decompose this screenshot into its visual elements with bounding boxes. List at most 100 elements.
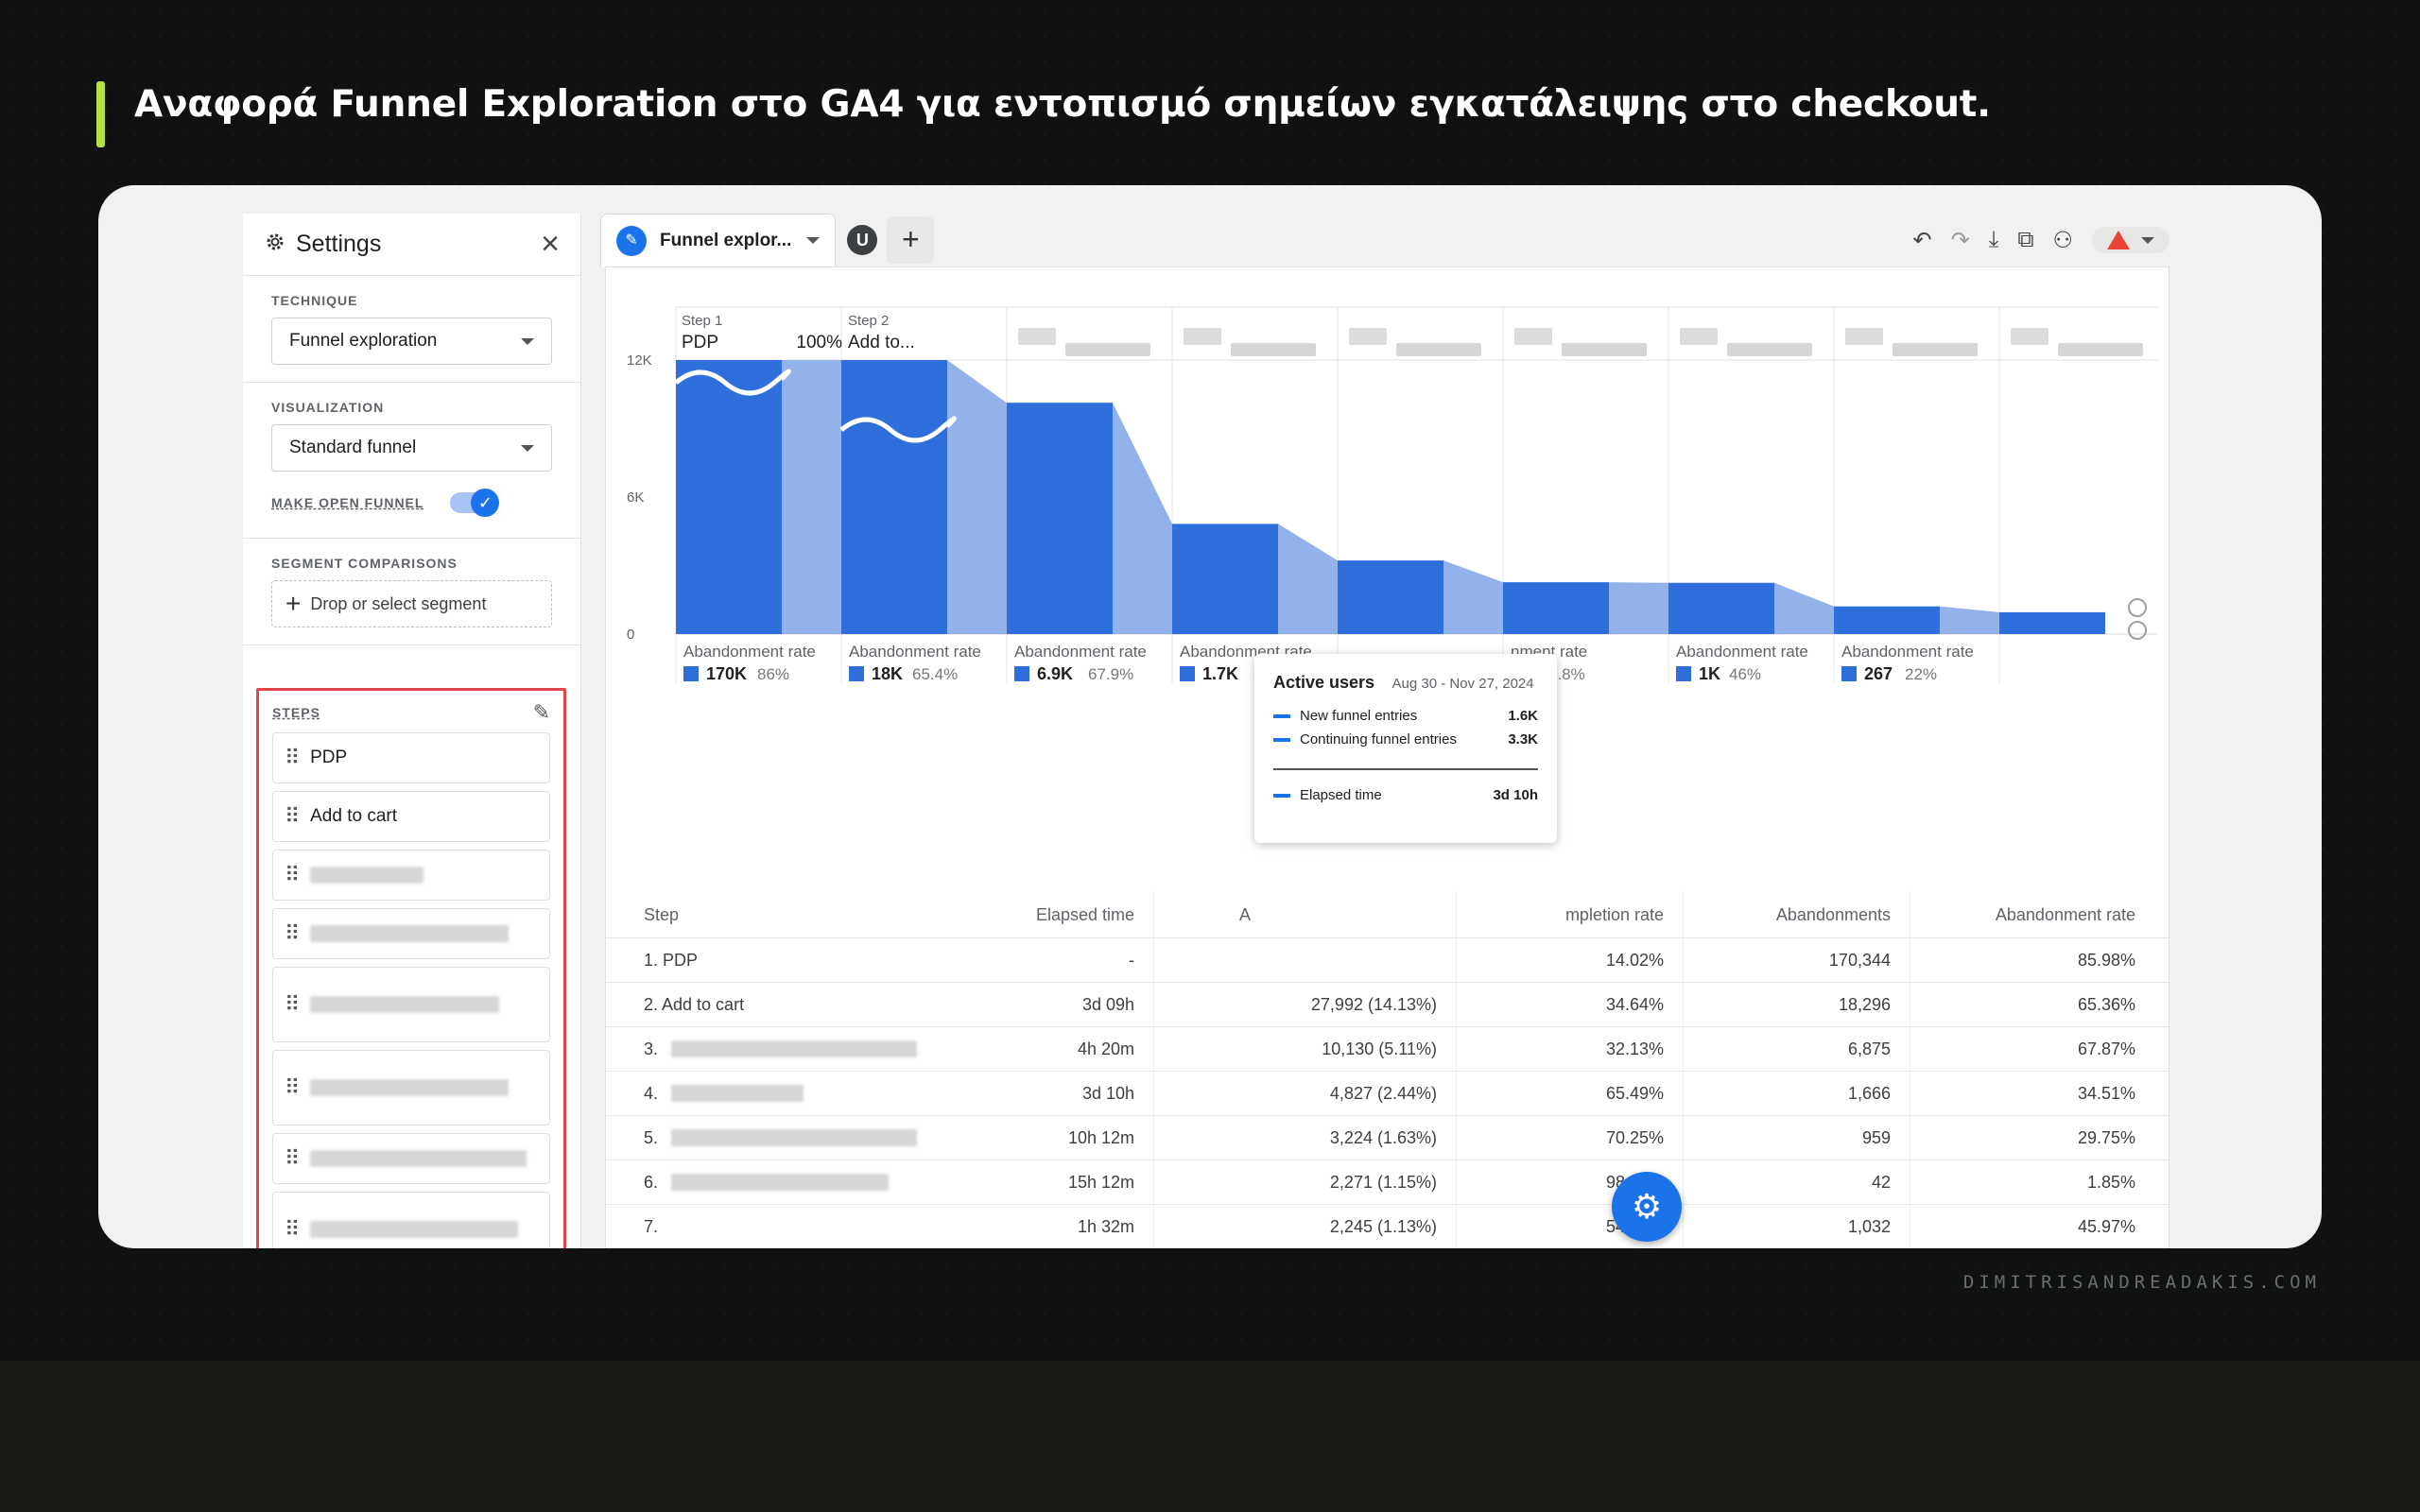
cell-abandonments-text: 1,032 <box>1847 1216 1891 1236</box>
table-row[interactable]: 6.15h 12m2,271 (1.15%)98.15%421.85% <box>606 1160 2170 1205</box>
blurred-header <box>1065 343 1150 356</box>
cell-abandonments: 18,296 <box>1684 982 1910 1027</box>
visualization-dropdown[interactable]: Standard funnel <box>271 424 552 472</box>
cell-active-users: 4,827 (2.44%) <box>1154 1071 1457 1116</box>
blurred-text <box>671 1174 890 1191</box>
technique-label: TECHNIQUE <box>271 293 358 308</box>
col-elapsed[interactable]: Elapsed time <box>946 890 1154 938</box>
table-row[interactable]: 4. 3d 10h 4,827 (2.44%) 65.49% 1,666 34.51% <box>606 1071 2170 1116</box>
step-item[interactable]: ⠿ Add to cart <box>272 791 550 842</box>
tooltip-title: Active users <box>1273 673 1375 692</box>
cell-elapsed: 1h 32m <box>946 1204 1154 1248</box>
cell-abandonment-rate: 67.87% <box>1910 1027 2158 1072</box>
drag-handle-icon[interactable]: ⠿ <box>285 1075 300 1100</box>
cell-elapsed-text: 3d 09h <box>1081 994 1134 1014</box>
add-tab-button[interactable]: + <box>887 216 935 264</box>
table-row[interactable]: 3. 4h 20m 10,130 (5.11%) 32.13% 6,875 67.87% <box>606 1026 2170 1072</box>
step-item-blurred[interactable]: ⠿ <box>272 1050 550 1125</box>
abandonment-pct: 86% <box>757 665 789 683</box>
tab-bar: ✎ Funnel explor... U + ↶ ↷ ⤓ ⧉ ⚇ <box>600 214 2169 266</box>
cell-completion-text: 65.49% <box>1605 1083 1664 1103</box>
step-item[interactable]: ⠿ PDP <box>272 732 550 783</box>
download-icon[interactable]: ⤓ <box>1989 227 1999 253</box>
close-icon[interactable]: × <box>541 226 560 263</box>
abandonment-rate-label: Abandonment rate <box>1014 643 1147 661</box>
step-item-label: PDP <box>310 747 348 767</box>
col-completion[interactable]: mpletion rate <box>1457 890 1684 938</box>
settings-header: Settings × <box>243 214 580 276</box>
cell-active-users: 2,245 (1.13%) <box>1154 1204 1457 1248</box>
segment-dropzone[interactable]: + Drop or select segment <box>271 580 552 627</box>
col-abandonment-rate[interactable]: Abandonment rate <box>1910 891 2158 938</box>
pencil-icon[interactable]: ✎ <box>533 700 550 725</box>
drag-handle-icon[interactable]: ⠿ <box>285 746 300 770</box>
drag-handle-icon[interactable]: ⠿ <box>285 992 300 1017</box>
headline-accent-bar <box>96 81 105 147</box>
tooltip-row-label: New funnel entries <box>1300 708 1418 724</box>
insights-fab[interactable]: ⚙ <box>1612 1172 1682 1242</box>
cell-elapsed: 4h 20m <box>946 1026 1154 1072</box>
step-item-blurred[interactable]: ⠿ <box>272 850 550 901</box>
cell-elapsed-text: 10h 12m <box>1067 1127 1134 1147</box>
cell-step: 5. <box>606 1116 946 1160</box>
visualization-label: VISUALIZATION <box>271 400 385 415</box>
steps-label: STEPS <box>272 705 320 720</box>
cell-step-text: 2. Add to cart <box>644 994 745 1014</box>
active-users-tooltip: Active users Aug 30 - Nov 27, 2024 New f… <box>1254 654 1557 843</box>
table-row[interactable]: 7.1h 32m2,245 (1.13%)54.03%1,03245.97% <box>606 1204 2170 1248</box>
cell-elapsed-text: 3d 10h <box>1081 1083 1134 1103</box>
drag-handle-icon[interactable]: ⠿ <box>285 863 300 887</box>
technique-dropdown[interactable]: Funnel exploration <box>271 318 552 365</box>
step-item-blurred[interactable]: ⠿ <box>272 908 550 959</box>
folder-icon[interactable]: ⧉ <box>2017 227 2033 253</box>
segment-section: SEGMENT COMPARISONS + Drop or select seg… <box>243 539 580 645</box>
blurred-text <box>310 925 510 942</box>
cell-active-users: 27,992 (14.13%) <box>1154 982 1457 1027</box>
cell-completion: 32.13% <box>1457 1026 1684 1072</box>
chevron-down-icon[interactable] <box>806 237 821 244</box>
col-abandonments[interactable]: Abandonments <box>1684 890 1910 938</box>
warning-menu[interactable] <box>2092 227 2169 253</box>
cell-abandonments-text: 170,344 <box>1828 950 1891 970</box>
col-step[interactable]: Step <box>606 891 946 938</box>
blurred-text <box>671 1085 804 1102</box>
funnel-bar <box>1834 606 1940 634</box>
tooltip-elapsed-label: Elapsed time <box>1300 787 1382 803</box>
funnel-bar <box>1338 560 1443 634</box>
abandonment-swatch <box>1014 666 1029 681</box>
screenshot-card: Settings × TECHNIQUE Funnel exploration … <box>98 185 2322 1248</box>
cell-abandonments: 1,032 <box>1684 1204 1910 1248</box>
step-header-2: Step 2 Add to... <box>848 313 961 353</box>
cell-elapsed: - <box>946 937 1154 983</box>
open-funnel-toggle[interactable]: ✓ <box>450 489 500 517</box>
cell-step-text: 6. <box>644 1172 659 1192</box>
step-item-blurred[interactable]: ⠿ <box>272 1192 550 1248</box>
blurred-header <box>1514 328 1552 345</box>
gear-icon <box>264 231 286 258</box>
undo-icon[interactable]: ↶ <box>1913 227 1932 254</box>
abandonment-pct: 65.4% <box>912 665 958 683</box>
cell-elapsed: 10h 12m <box>946 1115 1154 1160</box>
step-item-blurred[interactable]: ⠿ <box>272 1133 550 1184</box>
drag-handle-icon[interactable]: ⠿ <box>285 804 300 829</box>
drag-handle-icon[interactable]: ⠿ <box>285 1146 300 1171</box>
user-chip[interactable]: U <box>847 225 878 255</box>
step-item-blurred[interactable]: ⠿ <box>272 967 550 1042</box>
cell-abandonment-rate: 65.36% <box>1910 983 2158 1027</box>
tab-funnel-exploration[interactable]: ✎ Funnel explor... <box>600 214 837 266</box>
abandonment-swatch <box>1841 666 1857 681</box>
cell-abandonments-text: 42 <box>1871 1172 1891 1192</box>
cell-elapsed: 3d 10h <box>946 1071 1154 1116</box>
table-row[interactable]: 1. PDP - 14.02% 170,344 85.98% <box>606 937 2170 983</box>
cell-elapsed-text: 4h 20m <box>1077 1039 1134 1058</box>
cell-step: 4. <box>606 1072 946 1116</box>
col-active-users[interactable]: A <box>1154 890 1457 938</box>
tooltip-row-value: 3.3K <box>1508 731 1538 747</box>
share-users-icon[interactable]: ⚇ <box>2052 227 2073 254</box>
cell-abandonments-text: 18,296 <box>1838 994 1891 1014</box>
redo-icon[interactable]: ↷ <box>1951 227 1970 254</box>
drag-handle-icon[interactable]: ⠿ <box>285 921 300 946</box>
table-row[interactable]: 5. 10h 12m 3,224 (1.63%) 70.25% 959 29.75% <box>606 1115 2170 1160</box>
drag-handle-icon[interactable]: ⠿ <box>285 1217 300 1242</box>
table-row[interactable]: 2. Add to cart 3d 09h 27,992 (14.13%) 34.64… <box>606 982 2170 1027</box>
